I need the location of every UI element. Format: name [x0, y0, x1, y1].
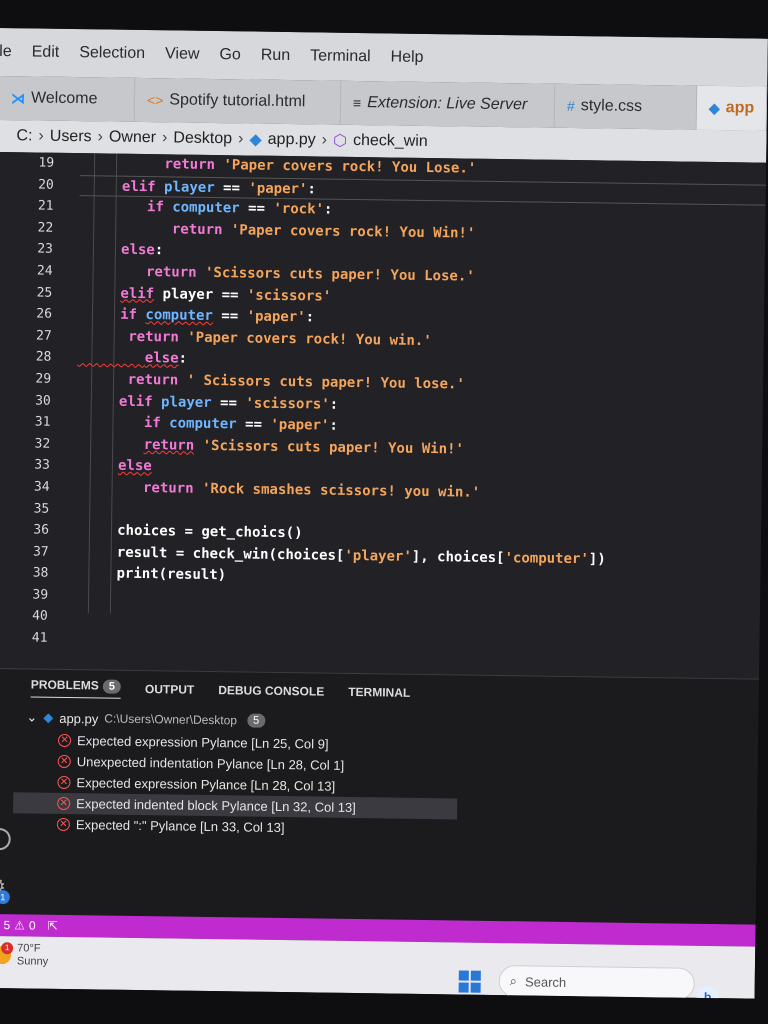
menu-selection[interactable]: Selection [69, 44, 155, 63]
warning-icon: ⚠ [14, 918, 26, 933]
breadcrumb-symbol[interactable]: check_win [353, 132, 428, 151]
live-share-icon[interactable]: ⇱ [48, 919, 58, 933]
file-problem-count: 5 [246, 713, 266, 728]
chevron-down-icon: ⌄ [26, 709, 38, 725]
vscode-logo-icon: ⋊ [10, 89, 26, 106]
line-number: 35 [33, 501, 50, 517]
panel-tabs: PROBLEMS 5 OUTPUT DEBUG CONSOLE TERMINAL [30, 677, 411, 702]
chevron-right-icon: › [161, 129, 168, 147]
weather-condition: Sunny [16, 955, 49, 968]
tab-label: style.css [580, 97, 643, 115]
menu-edit[interactable]: Edit [22, 43, 70, 62]
line-number: 26 [36, 306, 53, 322]
menu-view[interactable]: View [155, 45, 210, 64]
tab-style-css[interactable]: # style.css [554, 83, 698, 130]
line-number: 34 [33, 479, 50, 495]
tab-app-py[interactable]: ◆ app [696, 85, 768, 131]
error-icon: ✕ [57, 775, 71, 790]
breadcrumb-desktop[interactable]: Desktop [173, 129, 232, 148]
tab-label: app [725, 99, 755, 117]
chevron-right-icon: › [321, 131, 328, 149]
menu-terminal[interactable]: Terminal [300, 47, 381, 66]
problem-list: ✕ Expected expression Pylance [Ln 25, Col… [13, 730, 738, 844]
python-icon: ◆ [249, 131, 262, 149]
line-number: 39 [32, 587, 49, 603]
menu-run[interactable]: Run [251, 47, 301, 66]
python-icon: ◆ [708, 99, 720, 116]
windows-taskbar: 1 70°F Sunny ⌕ Search b [0, 935, 756, 999]
line-number: 22 [37, 220, 54, 236]
error-icon: ✕ [56, 817, 70, 832]
tab-label: Spotify tutorial.html [169, 91, 306, 111]
line-number: 19 [38, 155, 55, 171]
problems-count-badge: 5 [102, 679, 122, 694]
weather-temp: 70°F [17, 942, 41, 955]
breadcrumb-file[interactable]: app.py [268, 131, 316, 150]
chevron-right-icon: › [237, 130, 244, 148]
html-icon: <> [146, 92, 164, 109]
tab-output[interactable]: OUTPUT [145, 682, 195, 697]
problem-file-group[interactable]: ⌄ ◆ app.py C:\Users\Owner\Desktop 5 [26, 709, 266, 728]
tab-welcome[interactable]: ⋊ Welcome [0, 75, 136, 122]
extension-icon: ≡ [352, 94, 362, 112]
tab-spotify-html[interactable]: <> Spotify tutorial.html [134, 77, 342, 125]
error-icon: ✕ [57, 796, 71, 811]
line-number: 23 [37, 241, 54, 258]
tab-problems[interactable]: PROBLEMS 5 [30, 677, 122, 699]
function-icon: ⬡ [332, 132, 348, 150]
line-number: 32 [34, 436, 51, 452]
tab-label: Welcome [30, 89, 98, 108]
search-icon: ⌕ [509, 973, 518, 989]
line-number: 41 [31, 630, 48, 646]
breadcrumb-owner[interactable]: Owner [109, 129, 156, 148]
line-number: 30 [35, 393, 51, 409]
menu-help[interactable]: Help [380, 48, 433, 67]
menu-file[interactable]: ile [0, 43, 22, 61]
tab-live-server[interactable]: ≡ Extension: Live Server [340, 80, 556, 128]
bottom-panel: PROBLEMS 5 OUTPUT DEBUG CONSOLE TERMINAL … [0, 667, 759, 930]
tab-terminal[interactable]: TERMINAL [348, 685, 410, 700]
windows-start-icon[interactable] [458, 970, 481, 993]
line-number: 36 [33, 522, 50, 538]
line-number: 25 [36, 285, 53, 301]
weather-widget[interactable]: 1 70°F Sunny [0, 942, 48, 969]
python-icon: ◆ [43, 709, 54, 725]
search-placeholder: Search [524, 973, 567, 990]
line-number-gutter: 19 20 21 22 23 24 25 26 27 28 29 30 31 3… [0, 152, 70, 669]
error-count[interactable]: 5 [3, 918, 10, 932]
weather-badge: 1 [1, 942, 14, 955]
chevron-right-icon: › [97, 128, 104, 146]
line-number: 29 [35, 371, 52, 387]
line-number: 37 [32, 544, 49, 560]
code-area[interactable]: return 'Paper covers rock! You Lose.' el… [73, 153, 766, 679]
warning-count[interactable]: 0 [29, 918, 36, 932]
vscode-window: ile Edit Selection View Go Run Terminal … [0, 28, 768, 999]
line-number: 31 [34, 414, 51, 430]
line-number: 24 [36, 263, 53, 279]
tab-debug-console[interactable]: DEBUG CONSOLE [218, 683, 324, 698]
tab-label: Extension: Live Server [367, 94, 528, 114]
menu-go[interactable]: Go [209, 46, 251, 65]
bing-icon[interactable]: b [696, 985, 719, 999]
line-number: 33 [34, 457, 51, 474]
error-icon: ✕ [57, 733, 72, 748]
breadcrumb-users[interactable]: Users [50, 128, 92, 147]
css-icon: # [566, 97, 575, 115]
problem-file-path: C:\Users\Owner\Desktop [104, 711, 238, 728]
line-number: 21 [37, 198, 54, 214]
breadcrumb-drive[interactable]: C: [16, 127, 32, 145]
problem-item[interactable]: ✕ Expected ":" Pylance [Ln 33, Col 13] [56, 814, 737, 844]
line-number: 27 [35, 328, 52, 344]
error-icon: ✕ [57, 754, 71, 769]
problem-file-name: app.py [59, 710, 99, 726]
taskbar-search[interactable]: ⌕ Search [498, 965, 695, 999]
line-number: 28 [35, 349, 52, 366]
sun-icon: 1 [0, 942, 14, 965]
line-number: 40 [32, 608, 48, 625]
line-number: 38 [32, 565, 49, 582]
line-number: 20 [38, 177, 54, 193]
code-editor[interactable]: 19 20 21 22 23 24 25 26 27 28 29 30 31 3… [0, 151, 767, 679]
chevron-right-icon: › [38, 127, 44, 145]
